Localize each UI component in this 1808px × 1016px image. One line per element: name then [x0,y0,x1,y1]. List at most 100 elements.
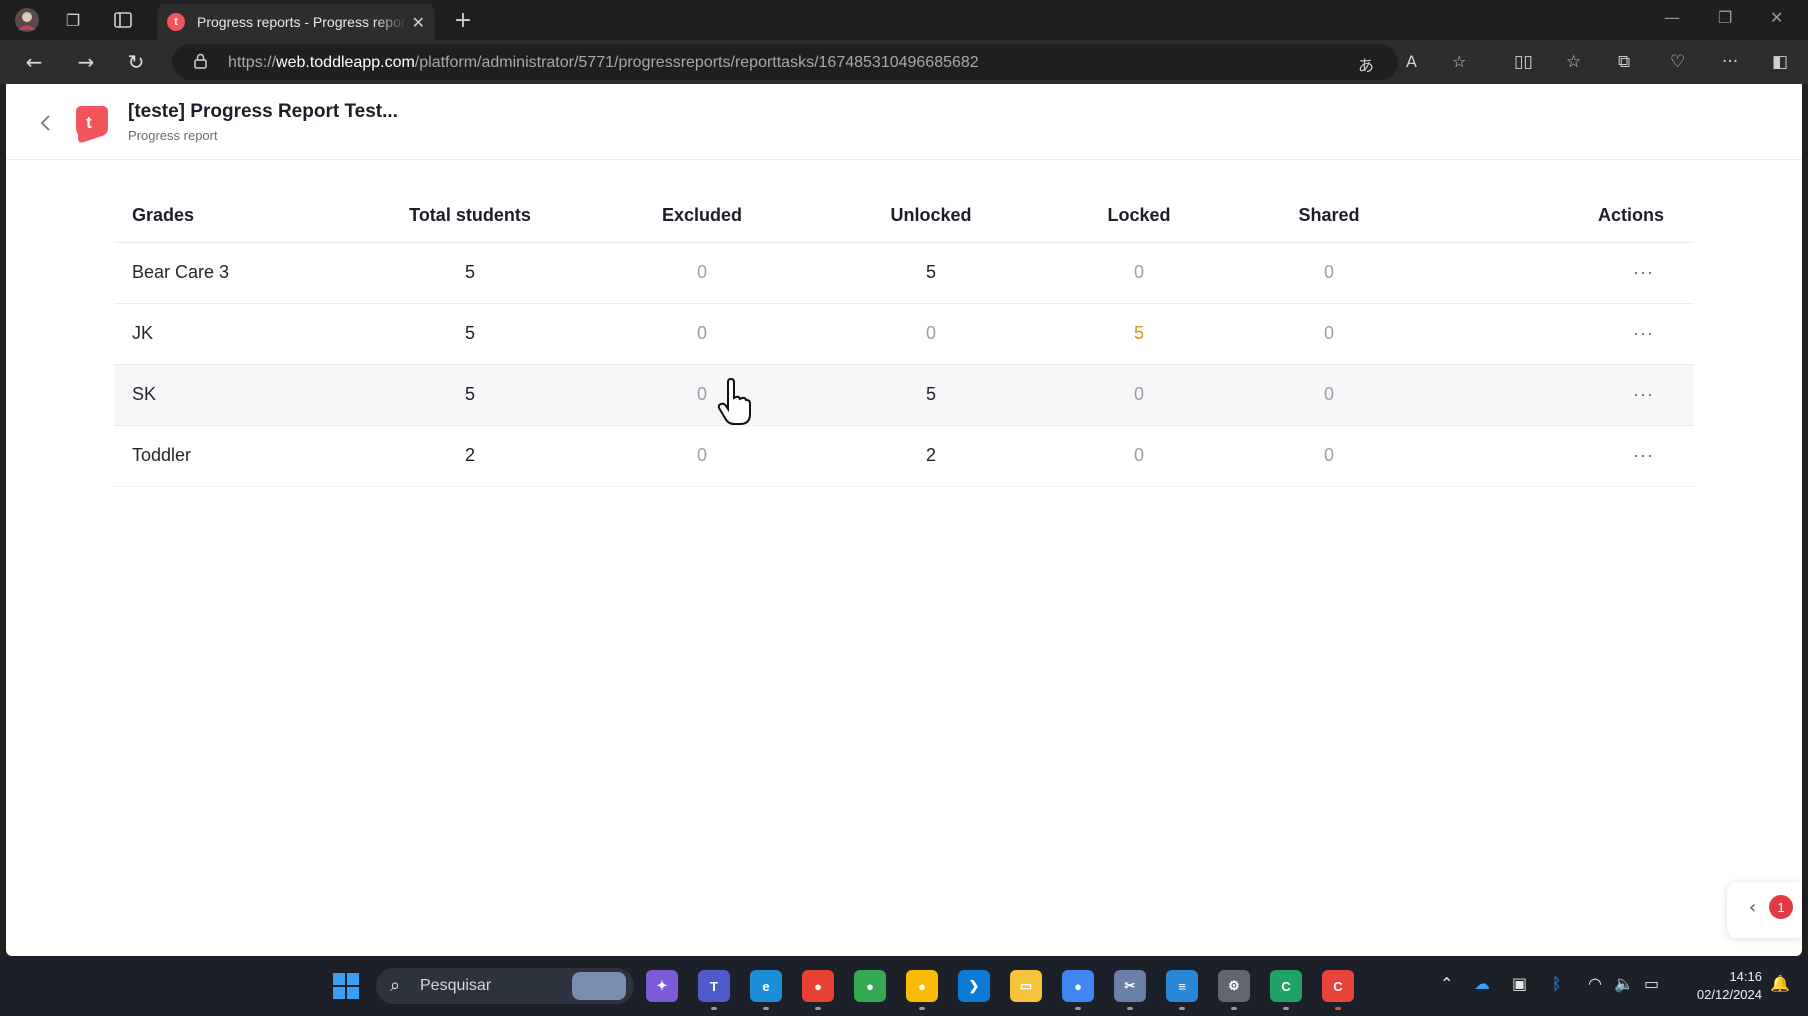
chrome-profile-4-icon[interactable]: ● [1062,970,1094,1010]
favorites-icon[interactable]: ☆ [1566,52,1581,72]
address-bar[interactable]: https://web.toddleapp.com/platform/admin… [172,44,1466,80]
search-icon: ⌕ [390,975,401,996]
grades-table: Grades Total students Excluded Unlocked … [114,190,1694,487]
lock-icon[interactable] [194,53,207,69]
new-tab-icon[interactable]: + [448,6,478,34]
translate-icon[interactable]: あ [1358,52,1374,76]
locked-cell[interactable]: 0 [1044,425,1234,487]
teams-icon[interactable]: T [698,970,730,1010]
close-tab-icon[interactable]: ✕ [412,13,425,32]
chrome-profile-2-icon[interactable]: ● [854,970,886,1002]
table-row[interactable]: Toddler 2 0 2 0 0 ··· [114,425,1694,487]
taskbar-search[interactable]: ⌕ Pesquisar [376,968,634,1004]
settings-gear-icon[interactable]: ⚙ [1218,970,1250,1010]
favorite-star-icon[interactable]: ☆ [1452,52,1466,71]
clock-date: 02/12/2024 [1696,987,1762,1002]
table-row[interactable]: Bear Care 3 5 0 5 0 0 ··· [114,242,1694,304]
unlocked-cell[interactable]: 2 [818,425,1044,487]
shared-cell[interactable]: 0 [1234,425,1424,487]
windows-start-icon[interactable] [330,970,362,1002]
copilot-icon[interactable]: ✦ [646,970,678,1002]
grade-name[interactable]: Toddler [114,425,354,487]
total-students-cell[interactable]: 5 [354,303,586,365]
column-header-shared: Shared [1234,190,1424,243]
onedrive-icon[interactable]: ☁ [1474,974,1490,993]
excluded-cell[interactable]: 0 [586,303,818,365]
collections-icon[interactable]: ⧉ [1618,52,1630,72]
bluetooth-icon[interactable]: ᛒ [1552,974,1562,993]
notifications-icon[interactable]: 🔔 [1770,974,1790,993]
forward-arrow-icon[interactable]: → [70,48,102,76]
side-panel-toggle[interactable]: ‹ 1 [1727,882,1802,938]
row-actions-menu-icon[interactable]: ··· [1424,242,1694,304]
restore-icon[interactable]: ❐ [1718,8,1732,27]
column-header-excluded: Excluded [586,190,818,243]
minimize-icon[interactable]: — [1664,8,1680,27]
workspaces-icon[interactable]: ❐ [58,6,88,34]
grade-name[interactable]: JK [114,303,354,365]
reload-icon[interactable]: ↻ [120,48,152,76]
camtasia-icon[interactable]: C [1270,970,1302,1010]
locked-cell[interactable]: 0 [1044,242,1234,304]
total-students-cell[interactable]: 5 [354,364,586,426]
snipping-tool-icon[interactable]: ✂ [1114,970,1146,1010]
show-hidden-icons-icon[interactable]: ⌃ [1440,974,1453,993]
file-explorer-icon[interactable]: ▭ [1010,970,1042,1002]
chevron-left-icon[interactable]: ‹ [1749,897,1756,918]
read-aloud-icon[interactable]: A [1406,52,1417,71]
chrome-profile-3-icon[interactable]: ● [906,970,938,1010]
unlocked-cell[interactable]: 0 [818,303,1044,365]
locked-cell[interactable]: 0 [1044,364,1234,426]
browser-essentials-icon[interactable]: ♡ [1670,52,1685,72]
tab-actions-icon[interactable] [108,6,138,34]
shared-cell[interactable]: 0 [1234,364,1424,426]
column-header-actions: Actions [1424,190,1694,243]
profile-avatar-icon[interactable] [12,6,42,34]
excluded-cell[interactable]: 0 [586,364,818,426]
split-screen-icon[interactable]: ▯▯ [1514,52,1533,72]
page-header: t [teste] Progress Report Test... Progre… [6,84,1802,160]
excluded-cell[interactable]: 0 [586,242,818,304]
row-actions-menu-icon[interactable]: ··· [1424,364,1694,426]
app-tray-icon[interactable]: ▣ [1512,974,1527,993]
sidebar-toggle-icon[interactable]: ◧ [1772,52,1788,72]
column-header-total-students: Total students [354,190,586,243]
table-row[interactable]: SK 5 0 5 0 0 ··· [114,364,1694,426]
shared-cell[interactable]: 0 [1234,303,1424,365]
notepad-icon[interactable]: ≡ [1166,970,1198,1010]
unlocked-cell[interactable]: 5 [818,364,1044,426]
close-window-icon[interactable]: ✕ [1770,8,1783,27]
vscode-icon[interactable]: ❯ [958,970,990,1002]
battery-icon[interactable]: ▭ [1644,974,1659,993]
toddle-logo-icon: t [76,106,108,143]
unlocked-cell[interactable]: 5 [818,242,1044,304]
search-highlight-icon [572,972,626,1000]
total-students-cell[interactable]: 5 [354,242,586,304]
locked-cell[interactable]: 5 [1044,303,1234,365]
edge-icon[interactable]: e [750,970,782,1010]
page-subtitle: Progress report [128,128,218,143]
grade-name[interactable]: Bear Care 3 [114,242,354,304]
browser-toolbar: ← → ↻ https://web.toddleapp.com/platform… [0,40,1808,84]
excluded-cell[interactable]: 0 [586,425,818,487]
grade-name[interactable]: SK [114,364,354,426]
recorder-icon[interactable]: C [1322,970,1354,1010]
url-text[interactable]: https://web.toddleapp.com/platform/admin… [228,54,979,72]
active-browser-tab[interactable]: t Progress reports - Progress repor ✕ [157,4,435,40]
table-row[interactable]: JK 5 0 0 5 0 ··· [114,303,1694,365]
chrome-profile-1-icon[interactable]: ● [802,970,834,1010]
wifi-icon[interactable]: ◠ [1588,974,1602,993]
system-clock[interactable]: 14:16 02/12/2024 [1670,968,1762,1004]
tab-title: Progress reports - Progress repor [197,14,406,30]
windows-taskbar: ⌕ Pesquisar ✦ T e ● ● ● ❯ ▭ ● ✂ ≡ ⚙ C C … [0,956,1808,1016]
browser-tab-strip: ❐ t Progress reports - Progress repor ✕ … [0,0,1808,40]
back-chevron-icon[interactable] [32,110,58,136]
shared-cell[interactable]: 0 [1234,242,1424,304]
row-actions-menu-icon[interactable]: ··· [1424,425,1694,487]
back-arrow-icon[interactable]: ← [18,48,50,76]
more-menu-icon[interactable]: ··· [1722,52,1738,72]
total-students-cell[interactable]: 2 [354,425,586,487]
row-actions-menu-icon[interactable]: ··· [1424,303,1694,365]
volume-icon[interactable]: 🔈 [1614,974,1634,993]
hand-cursor-icon [717,378,751,425]
